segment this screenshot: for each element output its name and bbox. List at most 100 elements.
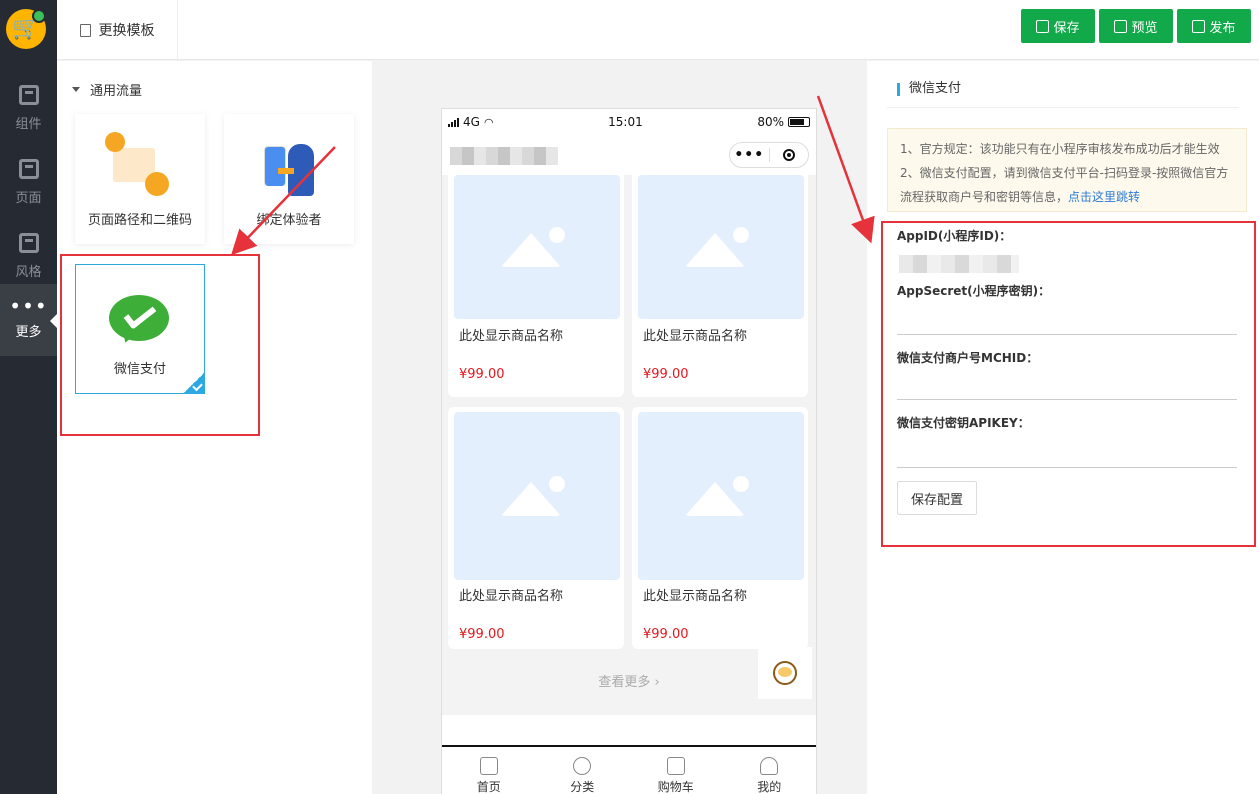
appsecret-input[interactable] (897, 305, 1237, 335)
component-icon (18, 84, 39, 105)
qrcode-illustration-icon (105, 132, 169, 196)
save-config-button[interactable]: 保存配置 (897, 481, 977, 515)
send-icon (1192, 19, 1206, 33)
sidebar-item-more[interactable]: ••• 更多 (0, 284, 57, 356)
capsule-menu[interactable]: ••• (729, 142, 809, 168)
customer-service-button[interactable] (758, 647, 812, 699)
goods-list: 此处显示商品名称 ¥99.00 此处显示商品名称 ¥99.00 此处显示商品名称… (442, 169, 816, 715)
tab-home[interactable]: 首页 (442, 757, 536, 794)
goods-name: 此处显示商品名称 (643, 589, 748, 604)
sidebar-item-label: 页面 (15, 190, 42, 206)
sidebar-item-label: 风格 (15, 264, 42, 280)
change-template-button[interactable]: 更换模板 (57, 0, 178, 60)
apikey-input[interactable] (897, 438, 1237, 468)
preview-button[interactable]: 预览 (1099, 9, 1173, 43)
top-actions: 保存 预览 发布 (1021, 9, 1251, 43)
home-icon (479, 757, 498, 775)
goods-name: 此处显示商品名称 (459, 329, 564, 344)
publish-label: 发布 (1209, 20, 1236, 36)
tab-label: 首页 (476, 780, 501, 794)
battery-text: 80% (757, 115, 784, 129)
goods-price: ¥99.00 (643, 367, 689, 382)
more-dots-icon[interactable]: ••• (730, 147, 769, 163)
tab-label: 分类 (570, 780, 595, 794)
goods-card[interactable]: 此处显示商品名称 ¥99.00 (448, 169, 624, 397)
goods-name: 此处显示商品名称 (459, 589, 564, 604)
category-icon (573, 757, 592, 775)
save-button[interactable]: 保存 (1021, 9, 1095, 43)
tab-mine[interactable]: 我的 (723, 757, 817, 794)
tester-illustration-icon (262, 142, 320, 200)
appid-value-blurred (899, 255, 1019, 273)
appsecret-label: AppSecret(小程序密钥)： (897, 284, 1051, 298)
appid-label: AppID(小程序ID)： (897, 229, 1012, 243)
view-more-label: 查看更多 (598, 675, 651, 690)
close-circle-icon[interactable] (769, 149, 808, 161)
goods-price: ¥99.00 (459, 367, 505, 382)
group-title: 通用流量 (90, 84, 143, 99)
sidebar-item-label: 更多 (15, 324, 42, 340)
goods-card[interactable]: 此处显示商品名称 ¥99.00 (632, 407, 808, 649)
config-panel: 微信支付 1、官方规定：该功能只有在小程序审核发布成功后才能生效 2、微信支付配… (867, 61, 1259, 794)
component-wechat-pay[interactable]: 微信支付 (75, 264, 205, 394)
goods-card[interactable]: 此处显示商品名称 ¥99.00 (632, 169, 808, 397)
document-icon (79, 23, 91, 37)
image-placeholder-icon (638, 412, 804, 580)
tab-cart[interactable]: 购物车 (629, 757, 723, 794)
page-icon (18, 158, 39, 179)
goods-card[interactable]: 此处显示商品名称 ¥99.00 (448, 407, 624, 649)
component-panel: 通用流量 页面路径和二维码 绑定体验者 微信支付 (57, 61, 372, 794)
sidebar-item-label: 组件 (15, 116, 42, 132)
tabbar-divider (442, 745, 816, 747)
cart-icon (666, 757, 685, 775)
status-time: 15:01 (608, 115, 643, 129)
goods-price: ¥99.00 (459, 627, 505, 642)
selected-check-icon (183, 372, 205, 394)
component-bind-tester[interactable]: 绑定体验者 (224, 114, 354, 244)
signal-icon (448, 117, 459, 127)
app-logo: 🛒 (6, 9, 46, 49)
save-icon (1036, 19, 1050, 33)
tab-category[interactable]: 分类 (536, 757, 630, 794)
caret-down-icon (72, 87, 80, 92)
carrier-text: 4G (463, 115, 480, 129)
goods-name: 此处显示商品名称 (643, 329, 748, 344)
wifi-icon: ◠ (483, 115, 494, 129)
sidebar-item-pages[interactable]: 页面 (0, 146, 57, 218)
sidebar-item-style[interactable]: 风格 (0, 220, 57, 292)
status-bar: 4G ◠ 15:01 80% (442, 109, 816, 135)
phone-preview: 4G ◠ 15:01 80% ••• 此处显示商品名称 ¥99.00 此处显示商… (441, 108, 817, 794)
sidebar-item-components[interactable]: 组件 (0, 72, 57, 144)
goods-price: ¥99.00 (643, 627, 689, 642)
battery-icon (788, 117, 810, 127)
component-label: 页面路径和二维码 (87, 213, 192, 228)
more-icon: ••• (9, 293, 48, 318)
save-label: 保存 (1053, 20, 1080, 36)
component-label: 绑定体验者 (256, 213, 322, 228)
component-page-path-qrcode[interactable]: 页面路径和二维码 (75, 114, 205, 244)
tab-label: 购物车 (657, 780, 694, 794)
tab-bar: 首页 分类 购物车 我的 (442, 757, 816, 794)
notice-line-1: 1、官方规定：该功能只有在小程序审核发布成功后才能生效 (900, 142, 1220, 156)
main-sidebar: 🛒 组件 页面 风格 ••• 更多 (0, 0, 57, 794)
preview-label: 预览 (1131, 20, 1158, 36)
component-label: 微信支付 (113, 362, 166, 377)
customer-service-icon (773, 661, 797, 685)
image-placeholder-icon (454, 175, 620, 319)
notice-box: 1、官方规定：该功能只有在小程序审核发布成功后才能生效 2、微信支付配置，请到微… (887, 128, 1247, 212)
notice-line-2: 2、微信支付配置，请到微信支付平台-扫码登录-按照微信官方流程获取商户号和密钥等… (900, 166, 1229, 204)
mchid-input[interactable] (897, 370, 1237, 400)
change-template-label: 更换模板 (98, 23, 155, 39)
style-icon (18, 232, 39, 253)
group-toggle[interactable]: 通用流量 (72, 80, 142, 99)
top-bar: 更换模板 保存 预览 发布 (57, 0, 1259, 60)
jump-link[interactable]: 点击这里跳转 (1068, 190, 1140, 204)
chevron-right-icon: › (654, 675, 660, 690)
preview-icon (1114, 19, 1128, 33)
image-placeholder-icon (638, 175, 804, 319)
link-badge-icon (32, 9, 46, 23)
tab-label: 我的 (757, 780, 782, 794)
publish-button[interactable]: 发布 (1177, 9, 1251, 43)
mchid-label: 微信支付商户号MCHID： (897, 351, 1039, 365)
image-placeholder-icon (454, 412, 620, 580)
